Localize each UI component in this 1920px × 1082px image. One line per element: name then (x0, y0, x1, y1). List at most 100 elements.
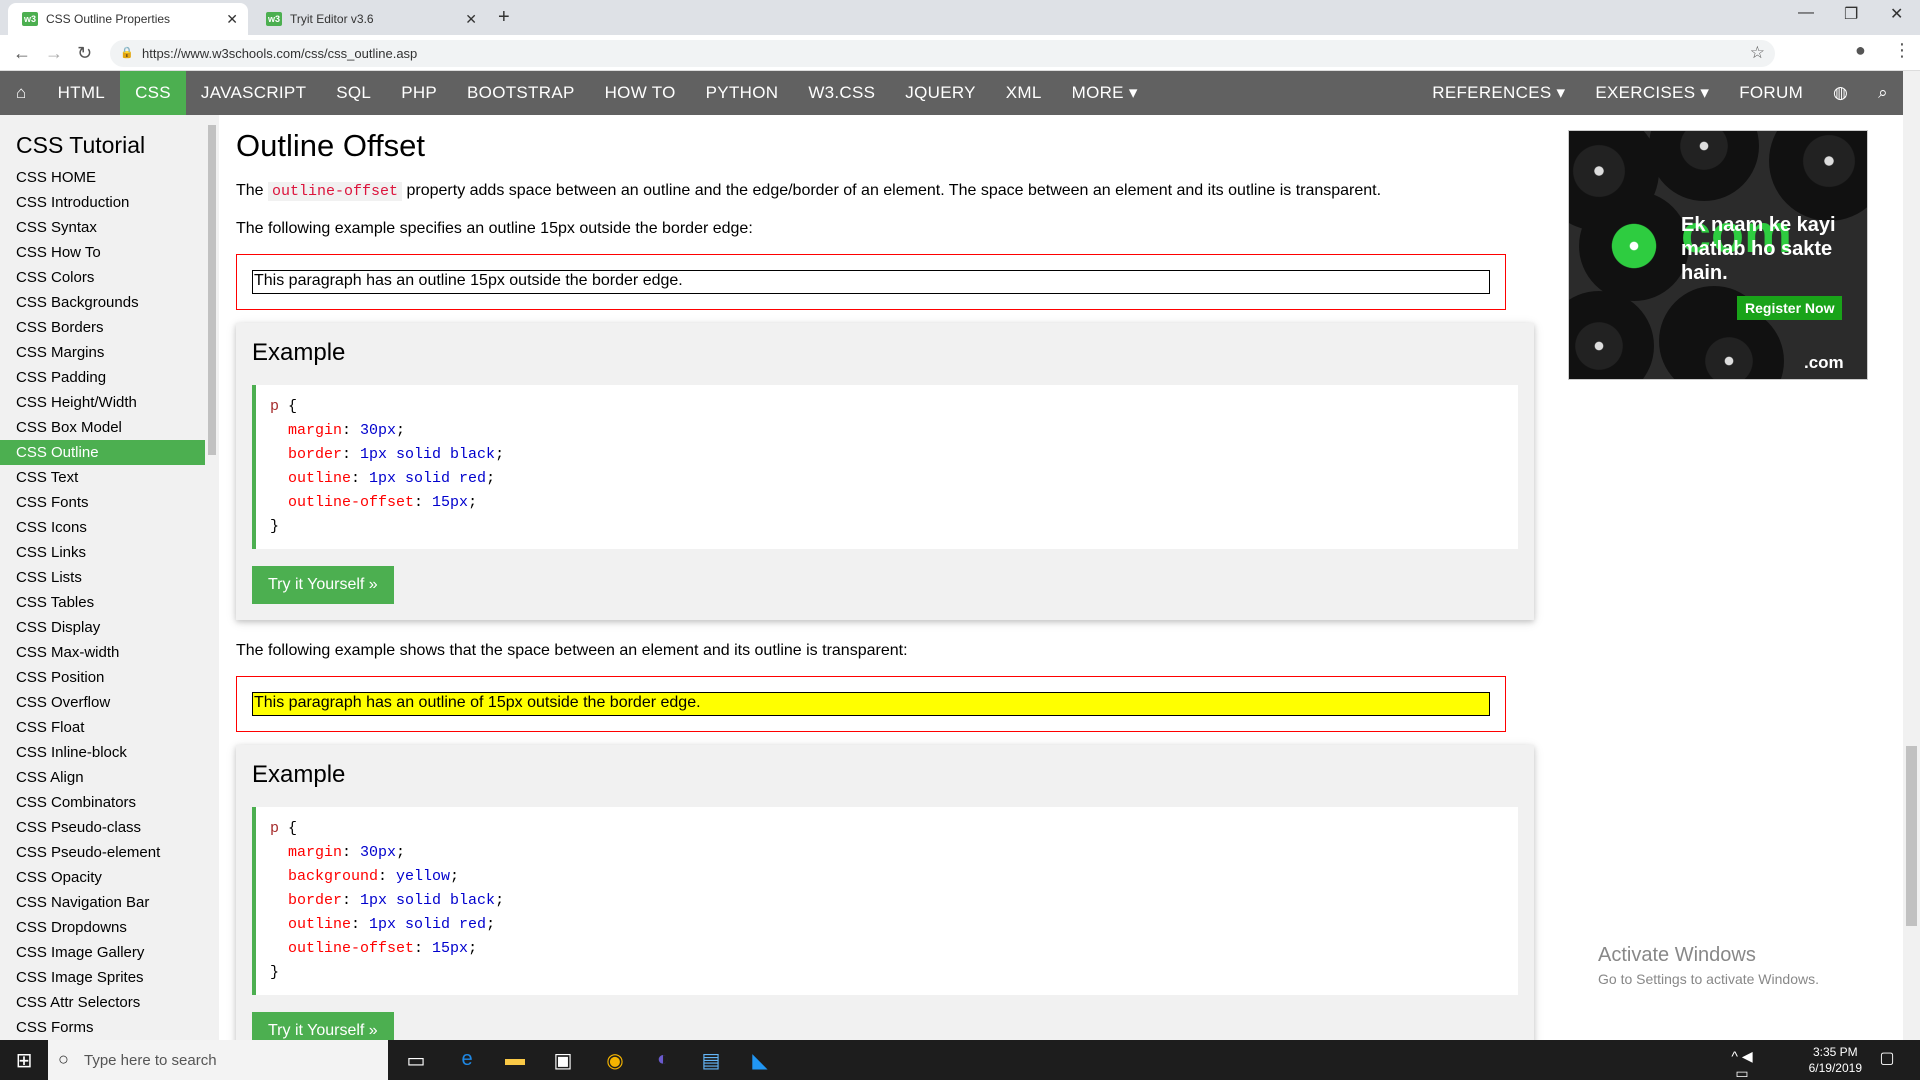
sidebar-item[interactable]: CSS Inline-block (0, 740, 205, 765)
sidebar-item[interactable]: CSS Image Gallery (0, 940, 205, 965)
code-block: p {margin: 30px; background: yellow; borde… (252, 807, 1518, 995)
nav-xml[interactable]: XML (991, 71, 1057, 115)
sidebar-item[interactable]: CSS Attr Selectors (0, 990, 205, 1015)
sidebar-item[interactable]: CSS Box Model (0, 415, 205, 440)
nav-python[interactable]: PYTHON (691, 71, 794, 115)
reload-icon[interactable]: ↻ (77, 43, 92, 64)
close-tab-icon[interactable]: ✕ (465, 11, 477, 28)
notification-icon[interactable]: ▢ (1875, 1048, 1899, 1072)
nav-exercises[interactable]: EXERCISES ▾ (1580, 71, 1724, 115)
sidebar-item[interactable]: CSS Pseudo-element (0, 840, 205, 865)
tab-css-outline[interactable]: w3 CSS Outline Properties ✕ (8, 3, 248, 35)
nav-sql[interactable]: SQL (321, 71, 386, 115)
w3-icon: w3 (22, 12, 38, 26)
vinyl-graphic (1649, 131, 1759, 201)
sidebar-item[interactable]: CSS Image Sprites (0, 965, 205, 990)
file-explorer-icon[interactable]: ▬ (503, 1048, 527, 1072)
sidebar-item[interactable]: CSS Syntax (0, 215, 205, 240)
nav-w3css[interactable]: W3.CSS (793, 71, 890, 115)
vscode-icon[interactable]: ◣ (748, 1048, 772, 1072)
code-property: outline (288, 916, 352, 933)
demo-outline-box: This paragraph has an outline of 15px ou… (236, 676, 1506, 732)
sidebar-item[interactable]: CSS Opacity (0, 865, 205, 890)
account-icon[interactable]: ● (1855, 40, 1866, 61)
sidebar-item[interactable]: CSS Display (0, 615, 205, 640)
tray-icons[interactable]: ^ ◀ ▭ (1730, 1048, 1754, 1081)
search-icon[interactable]: ⌕ (1863, 71, 1903, 115)
scroll-thumb[interactable] (208, 125, 216, 455)
code-line: outline: 1px solid red; (270, 467, 1504, 491)
new-tab-icon[interactable]: + (498, 6, 510, 29)
sidebar-item[interactable]: CSS Colors (0, 265, 205, 290)
sidebar-item[interactable]: CSS Pseudo-class (0, 815, 205, 840)
tab-tryit-editor[interactable]: w3 Tryit Editor v3.6 ✕ (252, 3, 487, 35)
minimize-icon[interactable]: — (1798, 4, 1814, 22)
sidebar-item[interactable]: CSS Combinators (0, 790, 205, 815)
taskbar-search[interactable]: ○ Type here to search (48, 1040, 388, 1080)
sidebar-scrollbar[interactable] (205, 115, 219, 1040)
nav-jquery[interactable]: JQUERY (890, 71, 990, 115)
sidebar-item[interactable]: CSS Height/Width (0, 390, 205, 415)
sidebar-item[interactable]: CSS Outline (0, 440, 205, 465)
close-window-icon[interactable]: ✕ (1890, 4, 1903, 24)
eclipse-icon[interactable]: ◐ (651, 1048, 675, 1072)
sidebar-item[interactable]: CSS Text (0, 465, 205, 490)
nav-bootstrap[interactable]: BOOTSTRAP (452, 71, 590, 115)
nav-more[interactable]: MORE ▾ (1057, 71, 1153, 115)
chrome-icon[interactable]: ◉ (603, 1048, 627, 1072)
code-line: outline-offset: 15px; (270, 491, 1504, 515)
try-it-button[interactable]: Try it Yourself » (252, 566, 394, 604)
windows-start-icon[interactable]: ⊞ (12, 1048, 36, 1072)
sidebar-item[interactable]: CSS Borders (0, 315, 205, 340)
restore-icon[interactable]: ❐ (1844, 4, 1858, 24)
nav-how-to[interactable]: HOW TO (590, 71, 691, 115)
globe-icon[interactable]: ◍ (1818, 71, 1863, 115)
sidebar-item[interactable]: CSS Tables (0, 590, 205, 615)
code-value: yellow (396, 868, 451, 885)
back-icon[interactable]: ← (13, 43, 31, 64)
search-icon: ○ (58, 1049, 69, 1069)
code-line: border: 1px solid black; (270, 889, 1504, 913)
sidebar-item[interactable]: CSS HOME (0, 165, 205, 190)
sidebar-item[interactable]: CSS Navigation Bar (0, 890, 205, 915)
url-bar[interactable]: 🔒 https://www.w3schools.com/css/css_outl… (110, 40, 1775, 67)
page-scrollbar[interactable] (1903, 71, 1920, 1040)
ad-register-button[interactable]: Register Now (1737, 296, 1843, 320)
close-tab-icon[interactable]: ✕ (226, 11, 238, 28)
sidebar-item[interactable]: CSS Align (0, 765, 205, 790)
nav-php[interactable]: PHP (386, 71, 452, 115)
bookmark-star-icon[interactable]: ☆ (1750, 43, 1765, 63)
sidebar-item[interactable]: CSS Introduction (0, 190, 205, 215)
nav-javascript[interactable]: JAVASCRIPT (186, 71, 321, 115)
task-view-icon[interactable]: ▭ (404, 1048, 428, 1072)
sidebar-item[interactable]: CSS Max-width (0, 640, 205, 665)
sidebar-item[interactable]: CSS Backgrounds (0, 290, 205, 315)
forward-icon[interactable]: → (45, 43, 63, 64)
sidebar-item[interactable]: CSS Overflow (0, 690, 205, 715)
sidebar-title: CSS Tutorial (16, 132, 146, 158)
sidebar-item[interactable]: CSS Position (0, 665, 205, 690)
sidebar-item[interactable]: CSS Float (0, 715, 205, 740)
nav-html[interactable]: HTML (43, 71, 120, 115)
home-icon[interactable]: ⌂ (0, 71, 43, 115)
sidebar-item[interactable]: CSS Links (0, 540, 205, 565)
sidebar-item[interactable]: CSS Margins (0, 340, 205, 365)
edge-icon[interactable]: e (455, 1048, 479, 1072)
browser-tab-bar: w3 CSS Outline Properties ✕ w3 Tryit Edi… (0, 0, 1920, 35)
menu-icon[interactable]: ⋮ (1893, 40, 1911, 61)
sidebar-item[interactable]: CSS Lists (0, 565, 205, 590)
notepad-icon[interactable]: ▤ (699, 1048, 723, 1072)
advertisement[interactable]: com Ek naam ke kayi matlab ho sakte hain… (1568, 130, 1868, 380)
sidebar-item[interactable]: CSS How To (0, 240, 205, 265)
sidebar-item[interactable]: CSS Forms (0, 1015, 205, 1040)
sidebar-item[interactable]: CSS Padding (0, 365, 205, 390)
store-icon[interactable]: ▣ (551, 1048, 575, 1072)
taskbar-clock[interactable]: 3:35 PM 6/19/2019 (1809, 1044, 1862, 1076)
nav-css[interactable]: CSS (120, 71, 186, 115)
scroll-thumb[interactable] (1906, 746, 1917, 926)
sidebar-item[interactable]: CSS Dropdowns (0, 915, 205, 940)
nav-forum[interactable]: FORUM (1724, 71, 1818, 115)
sidebar-item[interactable]: CSS Icons (0, 515, 205, 540)
sidebar-item[interactable]: CSS Fonts (0, 490, 205, 515)
nav-references[interactable]: REFERENCES ▾ (1417, 71, 1580, 115)
